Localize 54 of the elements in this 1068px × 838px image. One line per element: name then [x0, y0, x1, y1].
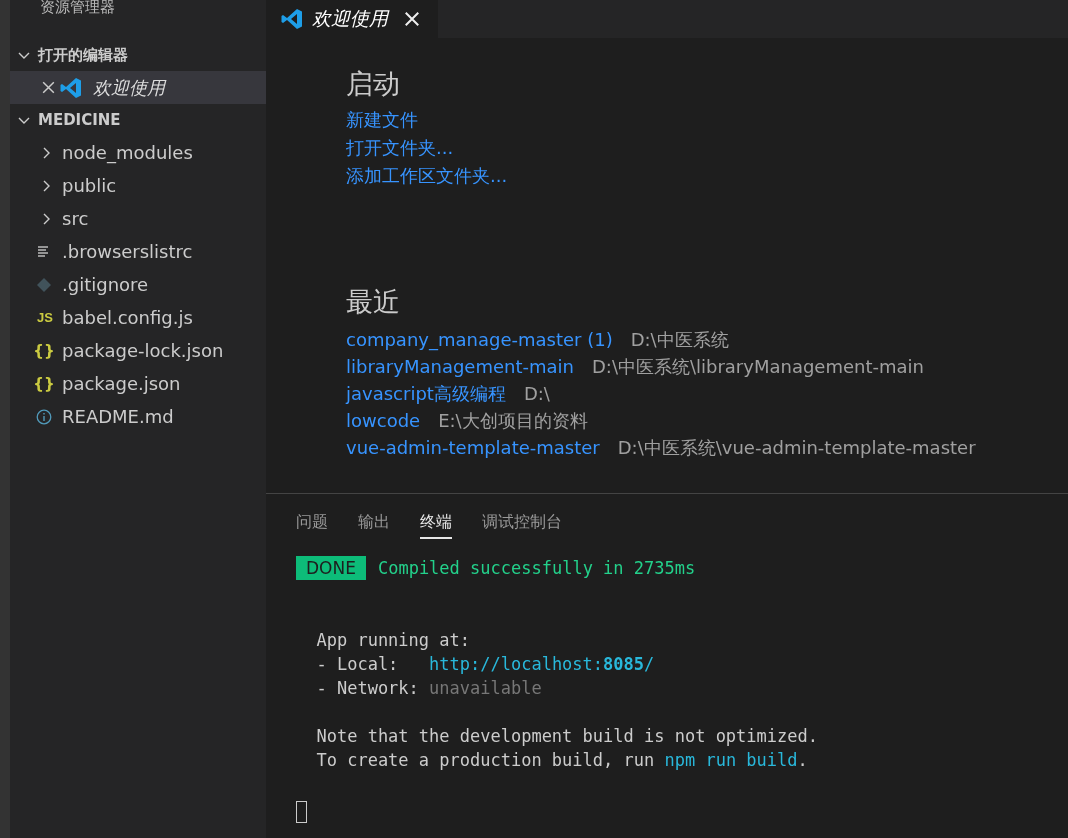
section-header[interactable]: MEDICINE: [10, 104, 266, 136]
terminal-text: App running at:: [315, 629, 470, 652]
panel-tab[interactable]: 终端: [420, 507, 452, 539]
action-link[interactable]: 打开文件夹...: [346, 134, 454, 162]
editor-tab[interactable]: 欢迎使用: [266, 0, 438, 38]
file-tree-item[interactable]: README.md: [10, 400, 266, 433]
section-heading: 最近: [346, 285, 400, 319]
section-heading: 启动: [346, 67, 400, 101]
file-tree-item[interactable]: src: [10, 202, 266, 235]
recent-project-link[interactable]: lowcode: [346, 407, 421, 434]
project-path: D:\中医系统\vue-admin-template-master: [617, 436, 976, 460]
project-path: D:\中医系统: [630, 328, 729, 352]
project-path: E:\大创项目的资料: [438, 409, 588, 433]
action-link[interactable]: 添加工作区文件夹...: [346, 162, 508, 190]
terminal-text: - Local:: [315, 653, 400, 676]
terminal-text: .: [797, 749, 808, 772]
sidebar-title: 资源管理器: [39, 0, 116, 18]
project-path: D:\: [523, 382, 550, 406]
panel-tab[interactable]: 输出: [358, 507, 390, 539]
file-tree-item[interactable]: {} package.json: [10, 367, 266, 400]
project-path: D:\中医系统\libraryManagement-main: [591, 355, 924, 379]
open-editor-item[interactable]: 欢迎使用: [10, 71, 266, 104]
close-icon[interactable]: [40, 79, 57, 96]
status-badge: DONE: [296, 556, 366, 580]
recent-project-link[interactable]: vue-admin-template-master: [346, 434, 600, 461]
braces-icon: {}: [36, 342, 52, 359]
terminal-text: - Network:: [315, 677, 420, 700]
panel-tab[interactable]: 问题: [296, 507, 328, 539]
terminal-text: To create a production build, run: [315, 749, 656, 772]
close-icon[interactable]: [402, 9, 422, 29]
action-link[interactable]: 新建文件: [346, 106, 418, 134]
ribbon-logo-icon: [59, 75, 83, 100]
cursor-icon: [296, 801, 307, 823]
diamond-icon: [36, 276, 52, 293]
command-text: npm run build: [664, 749, 798, 772]
url-link[interactable]: http://localhost:8085/: [429, 652, 655, 676]
js-icon: JS: [36, 309, 54, 326]
panel-tab[interactable]: 调试控制台: [482, 507, 562, 539]
file-tree-item[interactable]: public: [10, 169, 266, 202]
braces-icon: {}: [36, 375, 52, 392]
ribbon-logo-icon: [280, 7, 304, 31]
file-tree-item[interactable]: .gitignore: [10, 268, 266, 301]
file-tree-item[interactable]: {} package-lock.json: [10, 334, 266, 367]
file-tree-item[interactable]: node_modules: [10, 136, 266, 169]
recent-project-link[interactable]: company_manage-master (1): [346, 326, 613, 353]
success-message: Compiled successfully in 2735ms: [377, 557, 696, 580]
recent-project-link[interactable]: javascript高级编程: [346, 380, 506, 407]
info-icon: [36, 408, 52, 425]
file-tree-item[interactable]: .browserslistrc: [10, 235, 266, 268]
terminal-text: Note that the development build is not optimized.: [315, 725, 818, 748]
recent-project-link[interactable]: libraryManagement-main: [346, 353, 574, 380]
status-text: unavailable: [429, 677, 542, 700]
file-tree-item[interactable]: JS babel.config.js: [10, 301, 266, 334]
section-header[interactable]: 打开的编辑器: [10, 39, 266, 71]
